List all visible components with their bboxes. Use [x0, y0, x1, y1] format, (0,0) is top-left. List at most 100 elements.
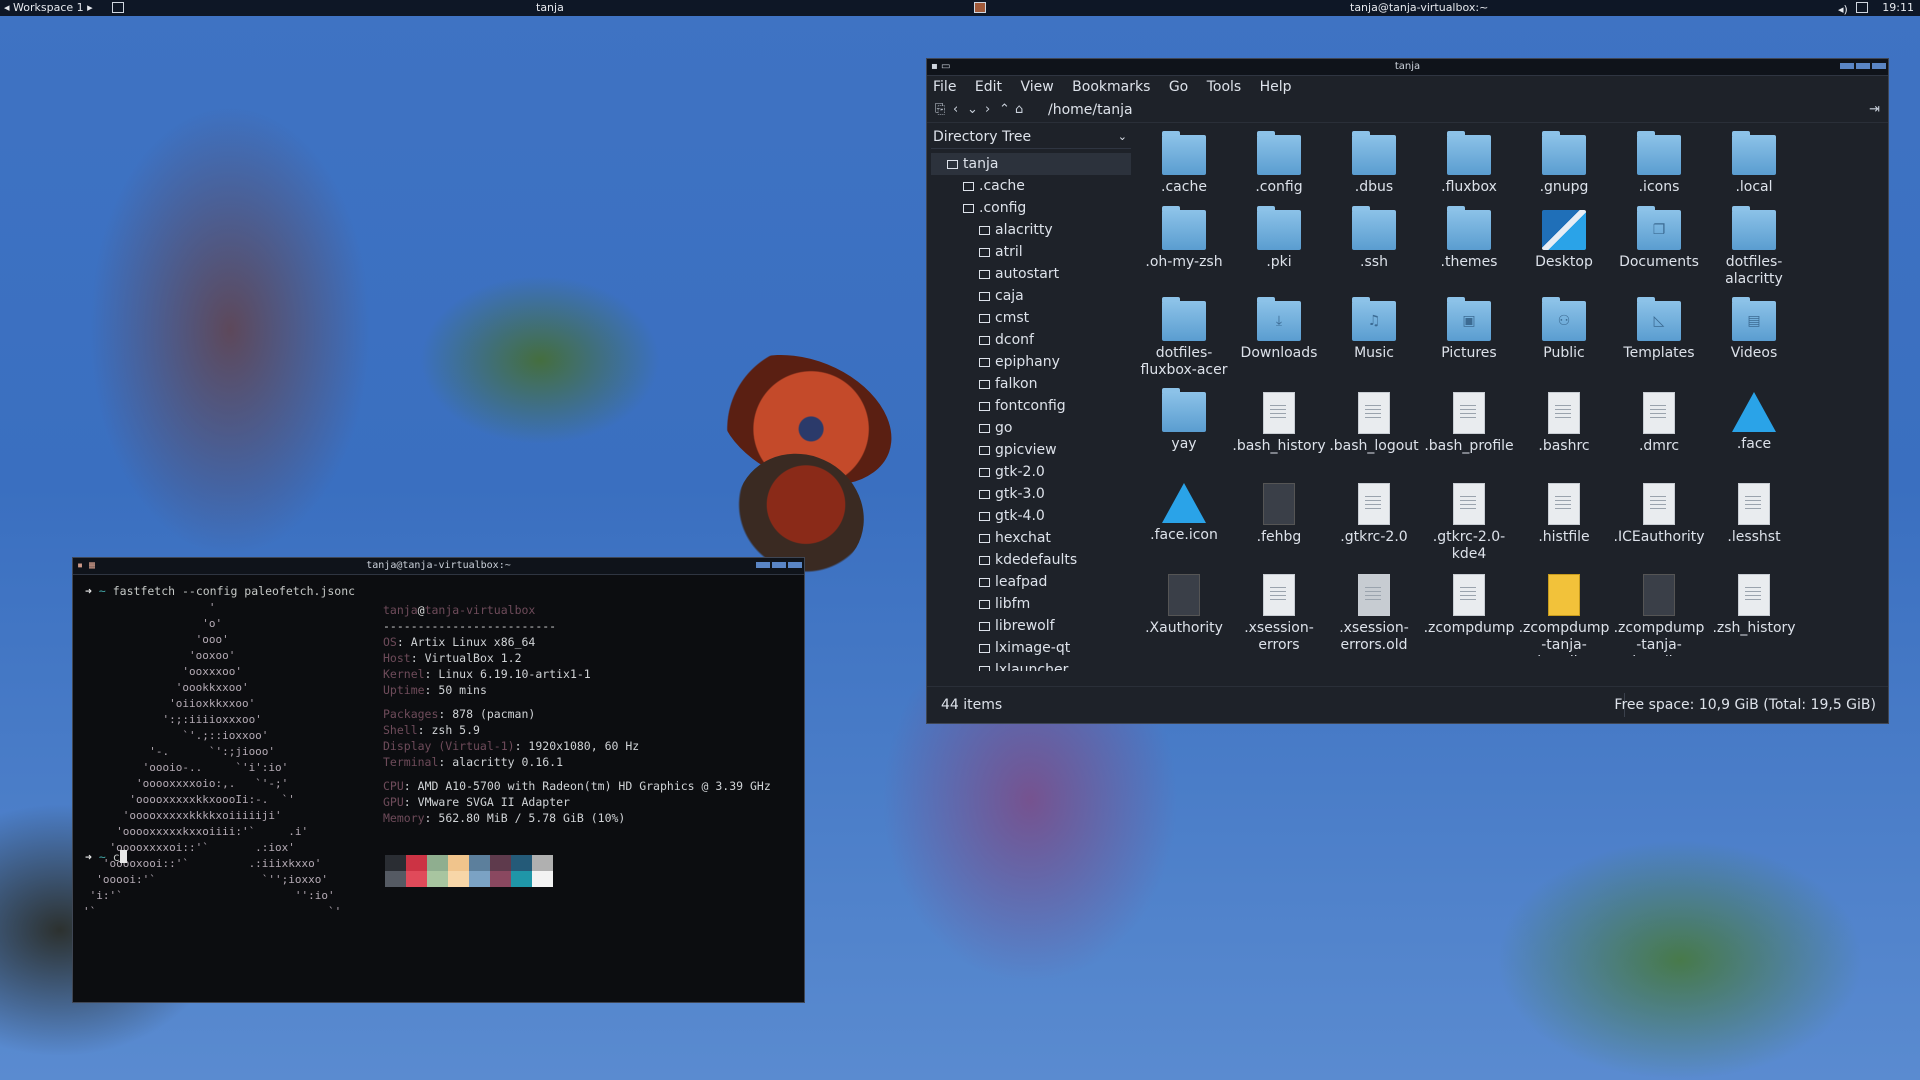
new-tab-icon[interactable]: ⎘	[935, 98, 945, 122]
file-item[interactable]: ▤ Videos	[1707, 297, 1801, 362]
tree-item[interactable]: leafpad	[931, 571, 1131, 593]
tree-item[interactable]: .config	[931, 197, 1131, 219]
file-item[interactable]: .fluxbox	[1422, 131, 1516, 196]
file-item[interactable]: .xsession-errors	[1232, 574, 1326, 654]
file-item[interactable]: yay	[1137, 388, 1231, 453]
file-item[interactable]: .bashrc	[1517, 392, 1611, 455]
tree-item[interactable]: libfm	[931, 593, 1131, 615]
file-item[interactable]: .gnupg	[1517, 131, 1611, 196]
menu-help[interactable]: Help	[1260, 79, 1292, 95]
tree-item[interactable]: lximage-qt	[931, 637, 1131, 659]
workspace-switcher[interactable]: ◂ Workspace 1 ▸	[4, 0, 93, 16]
path-input[interactable]: /home/tanja	[1048, 98, 1133, 122]
folder-icon[interactable]	[112, 2, 124, 13]
maximize-button[interactable]	[772, 562, 786, 568]
file-item[interactable]: .bash_logout	[1327, 392, 1421, 455]
tree-item[interactable]: fontconfig	[931, 395, 1131, 417]
menu-edit[interactable]: Edit	[975, 79, 1002, 95]
file-item[interactable]: dotfiles-fluxbox-acer	[1137, 297, 1231, 379]
file-item[interactable]: ⚇ Public	[1517, 297, 1611, 362]
close-button[interactable]	[1872, 63, 1886, 69]
home-icon[interactable]: ⌂	[1015, 98, 1023, 122]
file-item[interactable]: .histfile	[1517, 483, 1611, 546]
history-dropdown-icon[interactable]: ⌄	[967, 98, 978, 122]
go-arrow-icon[interactable]: ⇥	[1869, 98, 1880, 122]
file-item[interactable]: .pki	[1232, 206, 1326, 271]
file-manager-titlebar[interactable]: ▪ ▭ tanja	[927, 59, 1888, 76]
maximize-button[interactable]	[1856, 63, 1870, 69]
tree-item[interactable]: gtk-2.0	[931, 461, 1131, 483]
tree-item[interactable]: dconf	[931, 329, 1131, 351]
terminal-titlebar[interactable]: ▪ ▦ tanja@tanja-virtualbox:~	[73, 558, 804, 575]
menu-file[interactable]: File	[933, 79, 956, 95]
file-item[interactable]: .config	[1232, 131, 1326, 196]
tree-item[interactable]: epiphany	[931, 351, 1131, 373]
file-item[interactable]: .oh-my-zsh	[1137, 206, 1231, 271]
menu-tools[interactable]: Tools	[1207, 79, 1242, 95]
menu-bookmarks[interactable]: Bookmarks	[1072, 79, 1150, 95]
file-item[interactable]: .gtkrc-2.0-kde4	[1422, 483, 1516, 563]
network-icon[interactable]	[1856, 2, 1868, 13]
volume-icon[interactable]: ◂)	[1838, 2, 1850, 16]
tree-item[interactable]: caja	[931, 285, 1131, 307]
file-item[interactable]: .local	[1707, 131, 1801, 196]
tree-item[interactable]: tanja	[931, 153, 1131, 175]
file-item[interactable]: .dbus	[1327, 131, 1421, 196]
file-item[interactable]: .lesshst	[1707, 483, 1801, 546]
back-icon[interactable]: ‹	[953, 98, 958, 122]
file-item[interactable]: ♫ Music	[1327, 297, 1421, 362]
tree-item[interactable]: kdedefaults	[931, 549, 1131, 571]
file-item[interactable]: .bash_history	[1232, 392, 1326, 455]
close-button[interactable]	[788, 562, 802, 568]
file-item[interactable]: .ICEauthority	[1612, 483, 1706, 546]
sidebar-mode-select[interactable]: Directory Tree ⌄	[931, 126, 1131, 149]
file-item[interactable]: .bash_profile	[1422, 392, 1516, 455]
tree-item[interactable]: go	[931, 417, 1131, 439]
file-item[interactable]: .zcompdump	[1422, 574, 1516, 637]
file-item[interactable]: .cache	[1137, 131, 1231, 196]
file-item[interactable]: .themes	[1422, 206, 1516, 271]
window-menu-icon[interactable]: ▪ ▭	[931, 59, 950, 75]
tree-item[interactable]: falkon	[931, 373, 1131, 395]
file-item[interactable]: .zcompdump-tanja-virtualbox	[1612, 574, 1706, 656]
input-line[interactable]: ➜ ~ c	[85, 850, 127, 864]
file-item[interactable]: .face	[1707, 392, 1801, 453]
file-item[interactable]: .icons	[1612, 131, 1706, 196]
tree-item[interactable]: lxlauncher	[931, 659, 1131, 671]
file-item[interactable]: .zsh_history	[1707, 574, 1801, 637]
file-item[interactable]: .zcompdump-tanja-virtualbox	[1517, 574, 1611, 656]
file-item[interactable]: .dmrc	[1612, 392, 1706, 455]
file-item[interactable]: ⤓ Downloads	[1232, 297, 1326, 362]
menu-go[interactable]: Go	[1169, 79, 1188, 95]
up-icon[interactable]: ⌃	[999, 98, 1010, 122]
window-menu-icon[interactable]: ▪ ▦	[77, 558, 95, 574]
minimize-button[interactable]	[1840, 63, 1854, 69]
menu-view[interactable]: View	[1020, 79, 1053, 95]
file-item[interactable]: ❐ Documents	[1612, 206, 1706, 271]
file-item[interactable]: .gtkrc-2.0	[1327, 483, 1421, 546]
file-item[interactable]: ▣ Pictures	[1422, 297, 1516, 362]
tree-item[interactable]: gtk-3.0	[931, 483, 1131, 505]
tree-item[interactable]: librewolf	[931, 615, 1131, 637]
tree-item[interactable]: alacritty	[931, 219, 1131, 241]
tree-item[interactable]: autostart	[931, 263, 1131, 285]
file-item[interactable]: .fehbg	[1232, 483, 1326, 546]
file-item[interactable]: ◺ Templates	[1612, 297, 1706, 362]
file-item[interactable]: dotfiles-alacritty	[1707, 206, 1801, 288]
task-terminal[interactable]: tanja@tanja-virtualbox:~	[1350, 0, 1488, 16]
tree-item[interactable]: cmst	[931, 307, 1131, 329]
file-item[interactable]: Desktop	[1517, 210, 1611, 271]
file-item[interactable]: .Xauthority	[1137, 574, 1231, 637]
tree-item[interactable]: .cache	[931, 175, 1131, 197]
file-item[interactable]: .face.icon	[1137, 483, 1231, 544]
active-window-title[interactable]: tanja	[536, 0, 564, 16]
file-item[interactable]: .xsession-errors.old	[1327, 574, 1421, 654]
terminal-task-icon[interactable]	[974, 2, 986, 13]
minimize-button[interactable]	[756, 562, 770, 568]
tree-item[interactable]: gpicview	[931, 439, 1131, 461]
tree-item[interactable]: atril	[931, 241, 1131, 263]
tree-item[interactable]: hexchat	[931, 527, 1131, 549]
file-item[interactable]: .ssh	[1327, 206, 1421, 271]
tree-item[interactable]: gtk-4.0	[931, 505, 1131, 527]
forward-icon[interactable]: ›	[985, 98, 990, 122]
